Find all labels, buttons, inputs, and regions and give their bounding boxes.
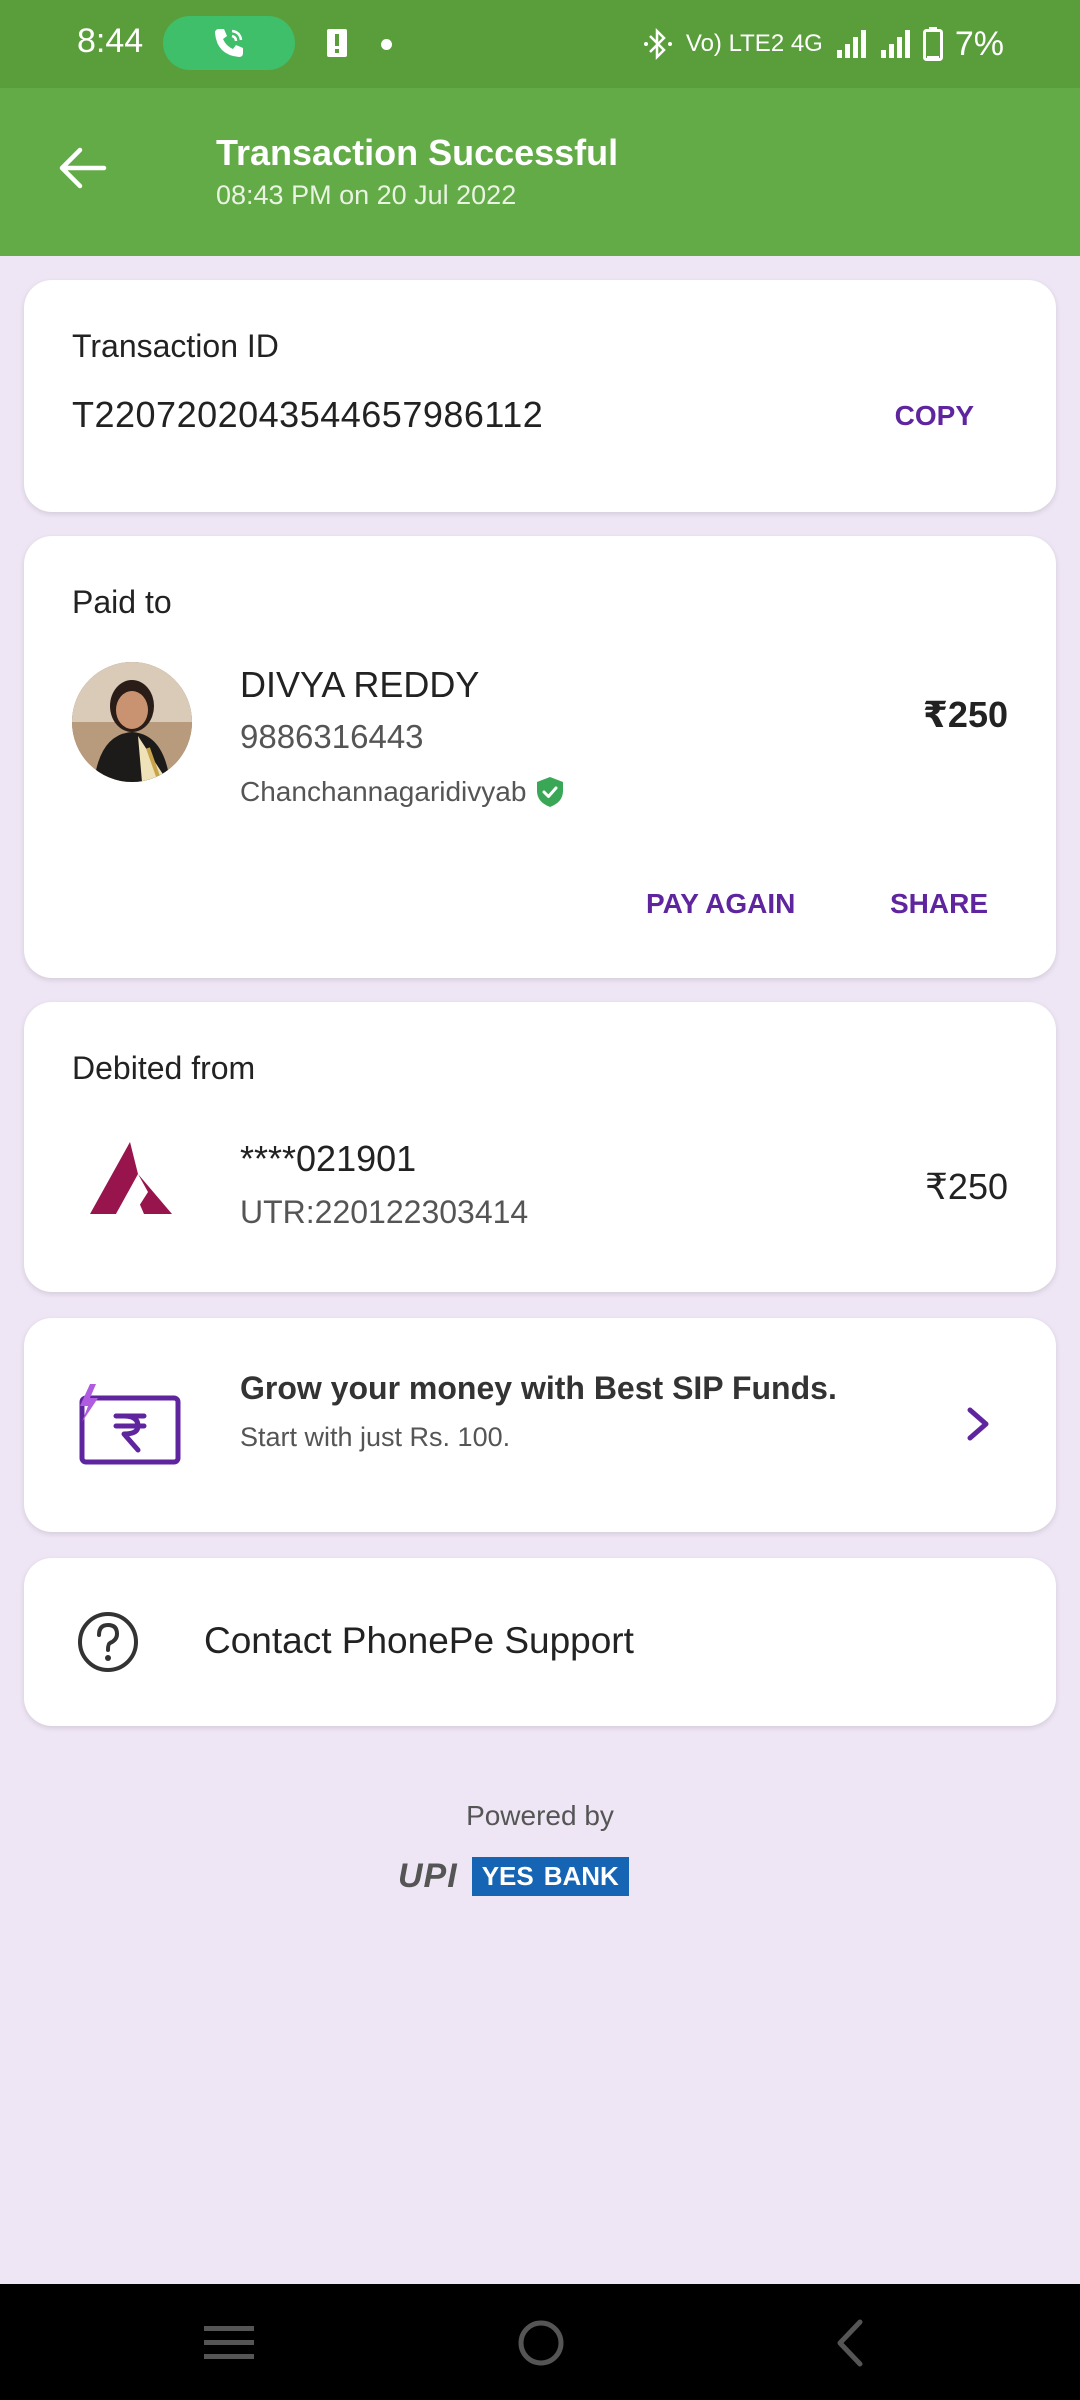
payee-upi-name-text: Chanchannagaridivyab (240, 776, 527, 807)
phone-call-icon (215, 29, 243, 57)
help-question-icon (78, 1612, 138, 1672)
avatar-photo (72, 662, 192, 782)
alert-notification-icon (327, 29, 347, 57)
signal-strength-icon (836, 30, 866, 58)
upi-logo: UPI (398, 1856, 458, 1895)
payee-upi-name: Chanchannagaridivyab (240, 776, 564, 808)
paid-to-card: Paid to DIVYA REDDY 9886316443 Chanchann… (24, 536, 1056, 978)
axis-bank-logo-icon (90, 1142, 172, 1214)
page-title: Transaction Successful (216, 132, 619, 173)
sip-promo-subtitle: Start with just Rs. 100. (240, 1422, 511, 1452)
status-time: 8:44 (77, 22, 144, 60)
recent-apps-icon[interactable] (204, 2322, 254, 2362)
back-icon[interactable] (832, 2318, 868, 2368)
avatar (72, 662, 192, 782)
account-number: ****021901 (240, 1138, 417, 1179)
share-button[interactable]: SHARE (890, 888, 988, 920)
network-type-label: Vo) LTE2 4G (685, 30, 823, 57)
partner-logos: UPI YES BANK (398, 1850, 678, 1902)
yes-bank-word1: YES (481, 1860, 534, 1891)
yes-bank-word2: BANK (543, 1860, 619, 1891)
debited-from-label: Debited from (72, 1050, 256, 1086)
transaction-timestamp: 08:43 PM on 20 Jul 2022 (216, 180, 517, 210)
debited-amount: ₹250 (925, 1166, 1008, 1207)
rupee-wallet-icon (79, 1384, 181, 1465)
battery-percentage: 7% (954, 24, 1004, 63)
payee-phone: 9886316443 (240, 718, 424, 755)
powered-by-label: Powered by (466, 1800, 614, 1831)
sip-promo-card[interactable]: Grow your money with Best SIP Funds. Sta… (24, 1318, 1056, 1532)
battery-icon (922, 27, 943, 61)
arrow-left-icon[interactable] (56, 140, 112, 196)
verified-shield-icon (537, 777, 564, 807)
sip-promo-title: Grow your money with Best SIP Funds. (240, 1370, 837, 1406)
contact-support-card[interactable]: Contact PhonePe Support (24, 1558, 1056, 1726)
utr-number: UTR:220122303414 (240, 1194, 529, 1230)
status-bar: 8:44 Vo) LTE2 4G 7% (0, 0, 1080, 88)
app-header: Transaction Successful 08:43 PM on 20 Ju… (0, 88, 1080, 256)
ongoing-call-pill[interactable] (163, 16, 295, 70)
contact-support-label: Contact PhonePe Support (204, 1620, 634, 1661)
signal-strength-2-icon (880, 30, 910, 58)
payee-name: DIVYA REDDY (240, 664, 480, 705)
notification-dot-icon (381, 39, 392, 50)
yes-bank-logo: YES BANK (471, 1856, 629, 1896)
status-indicators: Vo) LTE2 4G 7% (642, 20, 1004, 68)
copy-button[interactable]: COPY (895, 400, 974, 432)
home-icon[interactable] (518, 2320, 564, 2366)
chevron-right-icon[interactable] (962, 1404, 994, 1444)
paid-to-label: Paid to (72, 584, 172, 620)
debited-from-card: Debited from ****021901 UTR:220122303414… (24, 1002, 1056, 1292)
transaction-id-label: Transaction ID (72, 328, 279, 364)
transaction-id-value: T2207202043544657986112 (72, 394, 544, 435)
system-navigation-bar (0, 2284, 1080, 2400)
pay-again-button[interactable]: PAY AGAIN (646, 888, 795, 920)
transaction-id-card: Transaction ID T2207202043544657986112 C… (24, 280, 1056, 512)
paid-amount: ₹250 (922, 694, 1008, 735)
bluetooth-icon (643, 27, 672, 61)
